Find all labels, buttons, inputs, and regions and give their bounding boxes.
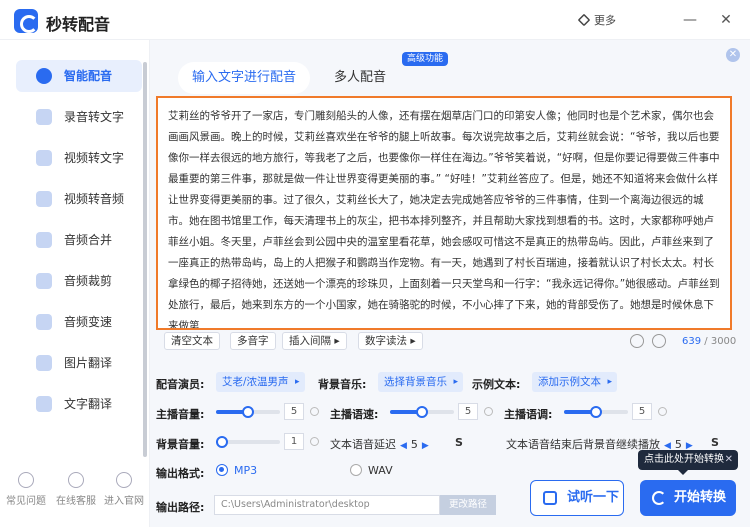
undo-icon[interactable] — [630, 334, 644, 348]
sidebar-item-audio-cut[interactable]: 音频裁剪 — [16, 265, 142, 297]
tab-input-text[interactable]: 输入文字进行配音 — [178, 62, 311, 94]
format-mp3-radio[interactable] — [216, 464, 228, 476]
pitch-value[interactable]: 5 — [632, 403, 652, 420]
insert-pause-button[interactable]: 插入间隔 ▸ — [282, 332, 347, 350]
record-to-text-icon — [36, 109, 52, 125]
help-icon — [18, 472, 34, 488]
video-to-text-icon — [36, 150, 52, 166]
more-icon — [577, 13, 591, 27]
sidebar-item-record-to-text[interactable]: 录音转文字 — [16, 101, 142, 133]
text-translate-icon — [36, 396, 52, 412]
more-button[interactable]: 更多 — [577, 12, 616, 28]
bg-volume-slider[interactable] — [216, 436, 280, 448]
audio-merge-icon — [36, 232, 52, 248]
app-logo-icon — [14, 9, 38, 33]
app-title: 秒转配音 — [46, 15, 111, 34]
sample-label: 示例文本: — [472, 378, 521, 391]
volume-reset-icon[interactable] — [310, 407, 319, 416]
output-path-input[interactable]: C:\Users\Administrator\desktop — [214, 495, 440, 515]
start-convert-button[interactable]: 开始转换 — [640, 480, 736, 516]
bgm-select[interactable]: 选择背景音乐 — [378, 372, 463, 392]
official-site-link[interactable]: 进入官网 — [100, 472, 148, 507]
format-wav-label[interactable]: WAV — [368, 464, 393, 477]
website-icon — [116, 472, 132, 488]
convert-tooltip: 点击此处开始转换 ✕ — [638, 450, 738, 475]
volume-slider-knob[interactable] — [242, 406, 254, 418]
format-wav-radio[interactable] — [350, 464, 362, 476]
mic-icon — [36, 68, 52, 84]
speed-slider[interactable] — [390, 406, 454, 418]
voice-label: 配音演员: — [156, 378, 205, 391]
online-service-link[interactable]: 在线客服 — [52, 472, 100, 507]
audio-cut-icon — [36, 273, 52, 289]
volume-slider[interactable] — [216, 406, 280, 418]
digit-reading-button[interactable]: 数字读法 ▸ — [358, 332, 423, 350]
close-panel-icon[interactable]: ✕ — [726, 48, 740, 62]
speed-label: 主播语速: — [330, 408, 379, 421]
change-path-button[interactable]: 更改路径 — [440, 495, 496, 515]
close-window-button[interactable]: ✕ — [716, 10, 736, 30]
polyphone-button[interactable]: 多音字 — [230, 332, 276, 350]
image-translate-icon — [36, 355, 52, 371]
service-icon — [68, 472, 84, 488]
redo-icon[interactable] — [652, 334, 666, 348]
format-mp3-label[interactable]: MP3 — [234, 464, 257, 477]
end-unit: S — [711, 436, 719, 449]
tab-multi-voice[interactable]: 多人配音 — [320, 62, 400, 94]
pitch-slider[interactable] — [564, 406, 628, 418]
sidebar-item-image-translate[interactable]: 图片翻译 — [16, 347, 142, 379]
clear-text-button[interactable]: 清空文本 — [164, 332, 220, 350]
listen-button[interactable]: 试听一下 — [530, 480, 624, 516]
delay-unit: S — [455, 436, 463, 449]
video-to-audio-icon — [36, 191, 52, 207]
sidebar-item-video-to-text[interactable]: 视频转文字 — [16, 142, 142, 174]
speed-value[interactable]: 5 — [458, 403, 478, 420]
sidebar-item-text-translate[interactable]: 文字翻译 — [16, 388, 142, 420]
volume-value[interactable]: 5 — [284, 403, 304, 420]
volume-label: 主播音量: — [156, 408, 205, 421]
bg-volume-value[interactable]: 1 — [284, 433, 304, 450]
path-label: 输出路径: — [156, 501, 205, 514]
speed-slider-knob[interactable] — [416, 406, 428, 418]
voice-select[interactable]: 艾老/浓温男声 — [216, 372, 305, 392]
delay-increase-icon[interactable]: ▶ — [422, 441, 429, 451]
tooltip-close-icon[interactable]: ✕ — [725, 450, 733, 470]
format-label: 输出格式: — [156, 467, 205, 480]
audio-speed-icon — [36, 314, 52, 330]
pitch-reset-icon[interactable] — [658, 407, 667, 416]
delay-decrease-icon[interactable]: ◀ — [400, 441, 407, 451]
sample-select[interactable]: 添加示例文本 — [532, 372, 617, 392]
faq-link[interactable]: 常见问题 — [2, 472, 50, 507]
minimize-button[interactable]: — — [680, 10, 700, 30]
char-counter: 639 / 3000 — [682, 336, 737, 347]
pitch-label: 主播语调: — [504, 408, 553, 421]
bg-volume-slider-knob[interactable] — [216, 436, 229, 448]
sidebar-item-audio-merge[interactable]: 音频合并 — [16, 224, 142, 256]
sidebar-item-smart-dubbing[interactable]: 智能配音 — [16, 60, 142, 92]
speed-reset-icon[interactable] — [484, 407, 493, 416]
text-input-area[interactable]: 艾莉丝的爷爷开了一家店，专门雕刻船头的人像，还有摆在烟草店门口的印第安人像；他同… — [156, 96, 732, 330]
delay-value: 5 — [410, 438, 418, 451]
pitch-slider-knob[interactable] — [590, 406, 602, 418]
bg-volume-label: 背景音量: — [156, 438, 205, 451]
main-panel: ✕ 输入文字进行配音 多人配音 高级功能 艾莉丝的爷爷开了一家店，专门雕刻船头的… — [150, 40, 750, 527]
sidebar: 智能配音 录音转文字 视频转文字 视频转音频 音频合并 音频裁剪 音频变速 图片… — [0, 40, 150, 527]
play-icon — [543, 491, 557, 505]
advanced-badge: 高级功能 — [402, 52, 449, 66]
convert-icon — [652, 491, 666, 505]
sidebar-item-video-to-audio[interactable]: 视频转音频 — [16, 183, 142, 215]
bg-volume-reset-icon[interactable] — [310, 437, 319, 446]
delay-setting: 文本语音延迟 ◀ 5 ▶ — [330, 438, 429, 451]
bgm-label: 背景音乐: — [318, 378, 367, 391]
sidebar-scrollbar[interactable] — [143, 62, 147, 457]
sidebar-item-audio-speed[interactable]: 音频变速 — [16, 306, 142, 338]
title-bar: 秒转配音 更多 — ✕ — [0, 0, 750, 40]
